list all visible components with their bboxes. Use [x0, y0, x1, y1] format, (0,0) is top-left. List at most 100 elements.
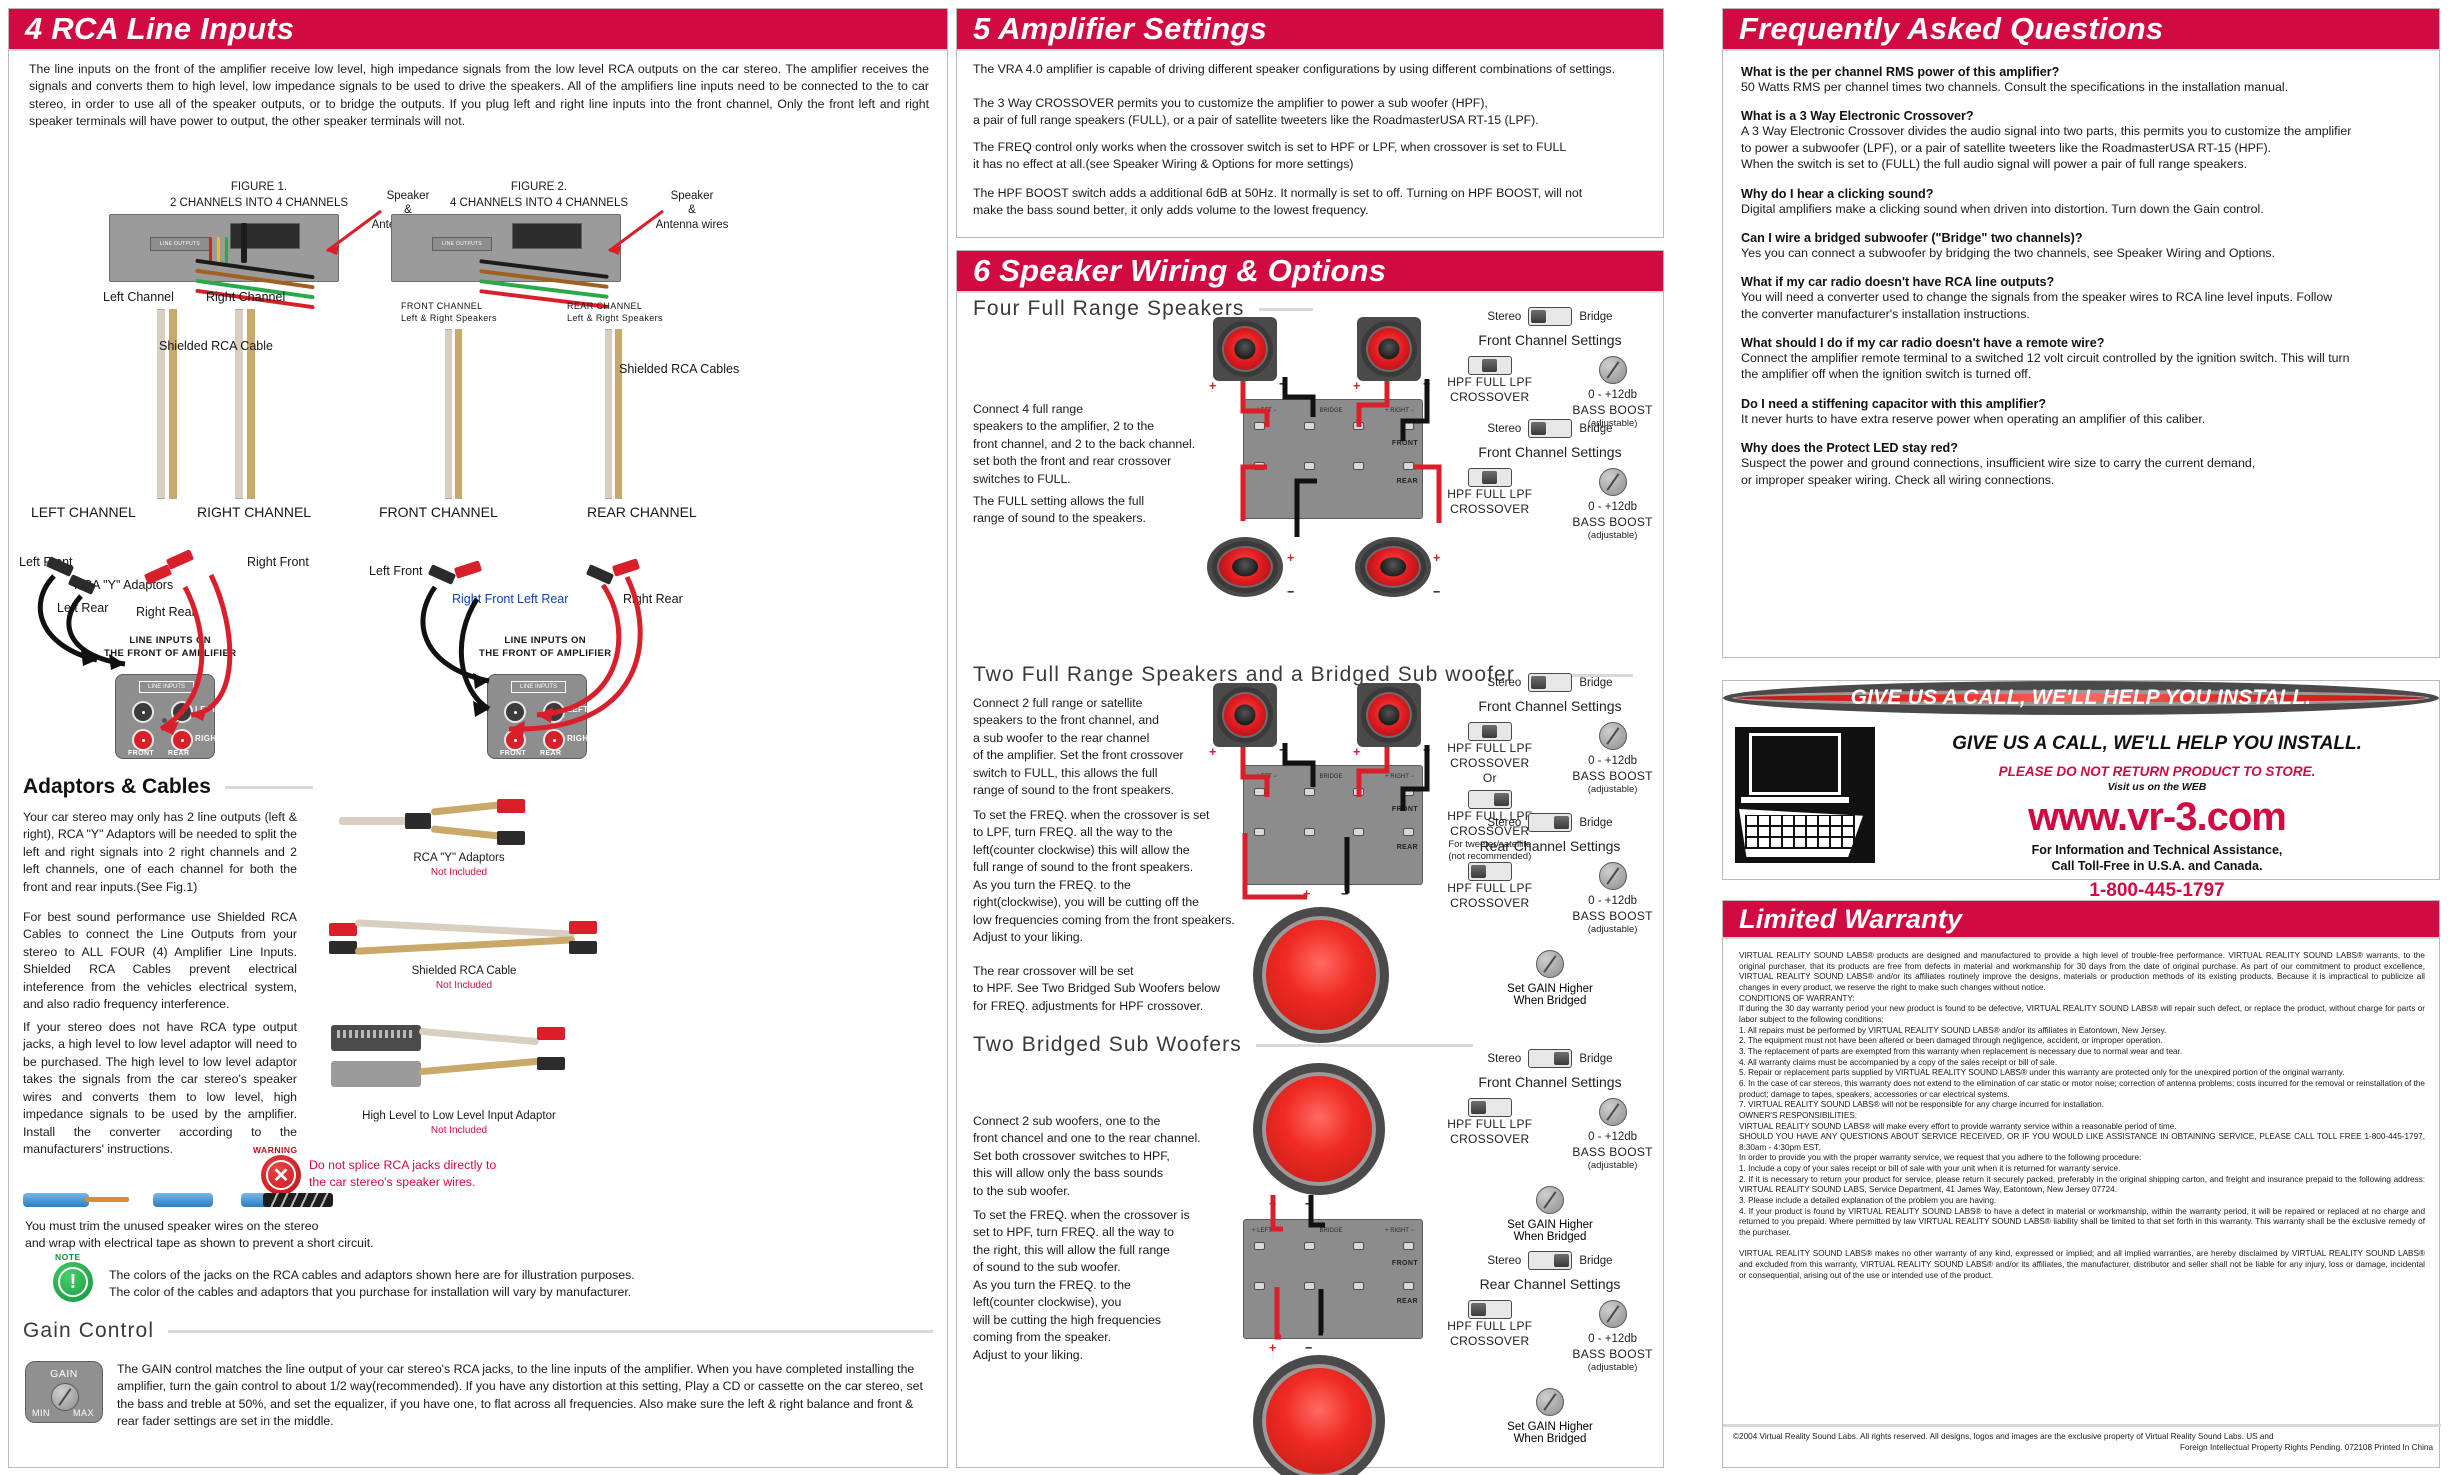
front-channel-header-fig2: FRONT CHANNEL Left & Right Speakers [401, 301, 497, 324]
adaptors-paragraph-1: Your car stereo may only has 2 line outp… [23, 810, 297, 894]
harness-wire-yellow-1 [217, 237, 220, 263]
adaptors-cables-title: Adaptors & Cables [23, 775, 211, 798]
faq-question: What should I do if my car radio doesn't… [1741, 336, 2105, 350]
manual-page: 4 RCA Line Inputs The line inputs on the… [0, 0, 2448, 1475]
crossover-or-label: Or [1482, 771, 1497, 785]
crossover-positions-4: HPF FULL LPF [1447, 881, 1533, 895]
bass-boost-knob-5[interactable] [1598, 1098, 1627, 1126]
adaptors-paragraph-2: For best sound performance use Shielded … [23, 910, 297, 1012]
gain-knob-5[interactable] [1536, 1185, 1564, 1214]
amplifier-settings-panel: 5 Amplifier Settings The VRA 4.0 amplifi… [956, 8, 1664, 238]
high-level-adaptor-not-included: Not Included [430, 1125, 488, 1136]
left-channel-caps-fig1: LEFT CHANNEL [31, 504, 136, 520]
red-connection-wires-fig1 [159, 573, 233, 735]
crossover-switch-6[interactable] [1467, 1300, 1512, 1319]
gain-min-label: MIN [32, 1408, 50, 1418]
stereo-bridge-switch-2[interactable] [1528, 419, 1573, 438]
gain-knob-illustration: GAIN MIN MAX [25, 1361, 103, 1423]
bass-boost-knob-6[interactable] [1598, 1300, 1627, 1328]
crossover-name-4: CROSSOVER [1450, 896, 1530, 910]
bass-boost-name-1: BASS BOOST [1572, 402, 1653, 417]
stereo-bridge-switch-1[interactable] [1528, 307, 1573, 326]
gain-bridged-note-6: Set GAIN Higher When Bridged [1507, 1420, 1593, 1445]
do-not-return-notice: PLEASE DO NOT RETURN PRODUCT TO STORE. [1998, 764, 2316, 779]
note-text: The colors of the jacks on the RCA cable… [109, 1268, 635, 1300]
settings-title-5: Front Channel Settings [1478, 1074, 1622, 1090]
settings-panel-front-e: Stereo Bridge Front Channel Settings HPF… [1447, 1049, 1653, 1243]
crossover-switch-5[interactable] [1467, 1098, 1512, 1117]
polarity-minus-a3: − [1287, 585, 1295, 599]
gain-max-label: MAX [72, 1408, 94, 1418]
bass-boost-knob-2[interactable] [1598, 468, 1627, 496]
call-us-content: GIVE US A CALL, WE'LL HELP YOU INSTALL. … [1883, 733, 2431, 902]
crossover-switch-3b[interactable] [1467, 790, 1512, 809]
two-bridged-subs-title: Two Bridged Sub Woofers [973, 1033, 1242, 1056]
stereo-label-1: Stereo [1487, 310, 1522, 323]
crossover-positions-3: HPF FULL LPF [1447, 741, 1533, 755]
bass-boost-name-2: BASS BOOST [1572, 514, 1653, 529]
stereo-bridge-switch-6[interactable] [1528, 1251, 1573, 1270]
bass-boost-range-6: 0 - +12db [1588, 1333, 1638, 1346]
gain-knob[interactable] [51, 1383, 79, 1411]
faq-answer: Suspect the power and ground connections… [1741, 456, 2256, 487]
rca-cable-r1-fig2 [605, 329, 612, 499]
toll-free-phone[interactable]: 1-800-445-1797 [1883, 880, 2431, 902]
bass-boost-adjustable-4: (adjustable) [1587, 923, 1638, 935]
gain-knob-4[interactable] [1536, 949, 1564, 978]
heading-rule [224, 785, 313, 789]
crossover-switch-4[interactable] [1467, 862, 1512, 881]
faq-item: Why does the Protect LED stay red? Suspe… [1741, 441, 2425, 488]
stereo-label-6: Stereo [1487, 1254, 1522, 1267]
faq-answer: You will need a converter used to change… [1741, 290, 2333, 321]
faq-answer: Digital amplifiers make a clicking sound… [1741, 201, 2264, 216]
settings-panel-front-b: Stereo Bridge Front Channel Settings HPF… [1447, 419, 1653, 542]
bass-boost-knob-3[interactable] [1598, 722, 1627, 750]
crossover-switch-3[interactable] [1467, 722, 1512, 741]
stereo-bridge-switch-4[interactable] [1528, 813, 1573, 832]
bridge-label-2: Bridge [1579, 422, 1613, 435]
rca-cable-right2-fig1 [247, 309, 255, 499]
visit-web-label: Visit us on the WEB [2107, 781, 2207, 793]
rear-channel-caps-fig2: REAR CHANNEL [587, 504, 697, 520]
bridge-label-6: Bridge [1579, 1254, 1613, 1267]
stereo-bridge-switch-3[interactable] [1528, 673, 1573, 692]
stereo-bridge-switch-5[interactable] [1528, 1049, 1573, 1068]
left-channel-label-fig1: Left Channel [103, 290, 174, 304]
rca-cable-r2-fig2 [615, 329, 622, 499]
gain-control-title: Gain Control [23, 1319, 155, 1342]
right-channel-label-fig1: Right Channel [206, 290, 286, 304]
harness-wire-red-1 [209, 237, 212, 263]
faq-item: What is a 3 Way Electronic Crossover? A … [1741, 109, 2425, 172]
bass-boost-range-4: 0 - +12db [1588, 895, 1638, 908]
rear-channel-header-fig2: REAR CHANNEL Left & Right Speakers [567, 301, 663, 324]
crossover-name-3: CROSSOVER [1450, 756, 1530, 770]
crossover-switch-2[interactable] [1467, 468, 1512, 487]
faq-item: What if my car radio doesn't have RCA li… [1741, 275, 2425, 322]
connection-wires-fig2 [420, 575, 643, 737]
warning-text: Do not splice RCA jacks directly to the … [309, 1158, 497, 1190]
faq-question: Why does the Protect LED stay red? [1741, 441, 1958, 456]
harness-wire-green-1 [225, 237, 228, 263]
gain-knob-6[interactable] [1536, 1387, 1564, 1416]
bass-boost-adjustable-5: (adjustable) [1587, 1159, 1638, 1171]
bass-boost-knob-1[interactable] [1598, 356, 1627, 384]
crossover-switch-1[interactable] [1467, 356, 1512, 375]
settings-title-6: Rear Channel Settings [1479, 1276, 1621, 1292]
shielded-rca-cables-label-fig2: Shielded RCA Cables [619, 362, 740, 376]
website-url[interactable]: www.vr-3.com [1883, 795, 2431, 840]
right-channel-caps-fig1: RIGHT CHANNEL [197, 504, 312, 520]
settings-title-2: Front Channel Settings [1478, 444, 1622, 460]
subsection-two-bridged-subs: Two Bridged Sub Woofers [973, 1033, 1473, 1057]
gain-bridged-note-4: Set GAIN Higher When Bridged [1507, 982, 1593, 1007]
section-title-warranty: Limited Warranty [1723, 901, 2439, 937]
subwoofer-b [1253, 907, 1389, 1043]
bass-boost-name-4: BASS BOOST [1572, 908, 1653, 923]
amp-settings-p4: The HPF BOOST switch adds a additional 6… [973, 186, 1583, 218]
bass-boost-knob-4[interactable] [1598, 862, 1627, 890]
faq-panel: Frequently Asked Questions What is the p… [1722, 8, 2440, 658]
high-level-adaptor-leads [418, 1019, 589, 1099]
rca-cable-f1-fig2 [445, 329, 452, 499]
bass-boost-adjustable-2: (adjustable) [1587, 529, 1638, 541]
settings-panel-front-a: Stereo Bridge Front Channel Settings HPF… [1447, 307, 1653, 430]
faq-question: What is a 3 Way Electronic Crossover? [1741, 109, 1974, 124]
